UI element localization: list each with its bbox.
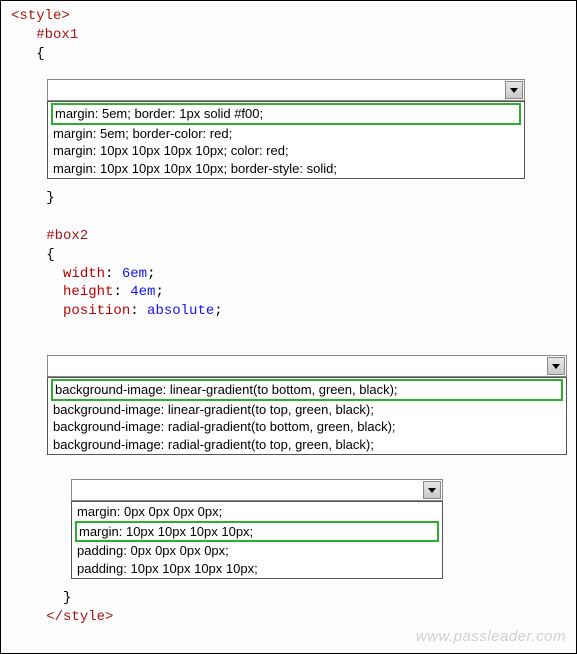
dropdown-box1-options[interactable]: margin: 5em; border: 1px solid #f00; mar… xyxy=(47,101,525,179)
dropdown-box2-options[interactable]: background-image: linear-gradient(to bot… xyxy=(47,377,567,455)
list-item[interactable]: margin: 5em; border: 1px solid #f00; xyxy=(51,103,521,125)
list-item[interactable]: margin: 5em; border-color: red; xyxy=(51,125,521,143)
list-item[interactable]: margin: 10px 10px 10px 10px; color: red; xyxy=(51,142,521,160)
code-block-3: } </style> xyxy=(11,583,123,627)
list-item[interactable]: background-image: radial-gradient(to top… xyxy=(51,436,563,454)
chevron-down-icon xyxy=(547,357,565,375)
chevron-down-icon xyxy=(423,481,441,499)
code-block-2: } #box2 { width: 6em; height: 4em; posit… xyxy=(11,183,233,321)
list-item[interactable]: background-image: radial-gradient(to bot… xyxy=(51,418,563,436)
list-item[interactable]: margin: 10px 10px 10px 10px; xyxy=(75,521,439,543)
dropdown-box2-bg[interactable] xyxy=(47,355,567,377)
list-item[interactable]: padding: 10px 10px 10px 10px; xyxy=(75,560,439,578)
list-item[interactable]: background-image: linear-gradient(to bot… xyxy=(51,379,563,401)
dropdown-box2-margin[interactable] xyxy=(71,479,443,501)
watermark: www.passleader.com xyxy=(416,628,566,645)
dropdown-box1-style[interactable] xyxy=(47,79,525,101)
chevron-down-icon xyxy=(505,81,523,99)
list-item[interactable]: margin: 10px 10px 10px 10px; border-styl… xyxy=(51,160,521,178)
list-item[interactable]: background-image: linear-gradient(to top… xyxy=(51,401,563,419)
list-item[interactable]: margin: 0px 0px 0px 0px; xyxy=(75,503,439,521)
dropdown-box2-margin-options[interactable]: margin: 0px 0px 0px 0px; margin: 10px 10… xyxy=(71,501,443,579)
list-item[interactable]: padding: 0px 0px 0px 0px; xyxy=(75,542,439,560)
